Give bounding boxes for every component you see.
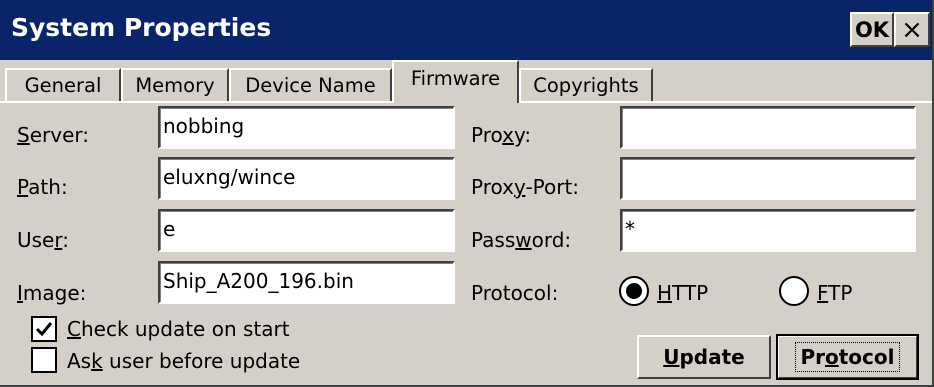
checkmark-icon xyxy=(35,322,53,337)
protocol-label: Protocol: xyxy=(471,281,559,305)
server-field[interactable]: nobbing xyxy=(158,106,455,149)
radio-selected-dot xyxy=(626,283,642,299)
update-button[interactable]: Update xyxy=(637,335,771,379)
system-properties-window: System Properties OK × General Memory De… xyxy=(0,0,934,387)
tab-label: Copyrights xyxy=(533,74,639,97)
proxy-field[interactable] xyxy=(620,106,916,149)
ok-button[interactable]: OK xyxy=(850,12,894,47)
tab-label: Device Name xyxy=(245,74,376,97)
password-field[interactable]: * xyxy=(620,209,916,252)
ftp-radio-label[interactable]: FTP xyxy=(817,281,852,305)
tab-memory[interactable]: Memory xyxy=(121,68,229,101)
ask-user-label[interactable]: Ask user before update xyxy=(67,349,300,373)
ask-user-checkbox[interactable] xyxy=(31,347,57,373)
tab-device-name[interactable]: Device Name xyxy=(229,68,392,101)
title-bar: System Properties OK × xyxy=(0,0,932,60)
tab-firmware[interactable]: Firmware xyxy=(392,60,519,103)
image-label: Image: xyxy=(17,281,87,305)
protocol-button[interactable]: Protocol xyxy=(776,334,919,380)
protocol-button-label: Protocol xyxy=(795,342,900,372)
check-update-checkbox[interactable] xyxy=(31,316,57,342)
path-field[interactable]: eluxng/wince xyxy=(158,157,455,200)
user-field[interactable]: e xyxy=(158,209,455,252)
check-update-label[interactable]: Check update on start xyxy=(67,317,290,341)
user-label: User: xyxy=(17,228,69,252)
password-label: Password: xyxy=(471,228,572,252)
proxy-port-label: Proxy-Port: xyxy=(471,175,580,199)
tab-label: General xyxy=(24,74,102,97)
tab-strip: General Memory Device Name Firmware Copy… xyxy=(0,60,932,103)
http-radio[interactable] xyxy=(619,276,649,306)
window-title: System Properties xyxy=(11,13,272,42)
http-radio-label[interactable]: HTTP xyxy=(657,281,708,305)
tab-copyrights[interactable]: Copyrights xyxy=(519,68,653,101)
server-label: Server: xyxy=(17,123,89,147)
proxy-port-field[interactable] xyxy=(620,157,916,200)
proxy-label: Proxy: xyxy=(471,123,532,147)
update-button-label: Update xyxy=(663,345,745,369)
image-field[interactable]: Ship_A200_196.bin xyxy=(158,261,455,304)
tab-label: Memory xyxy=(135,74,215,97)
close-button[interactable]: × xyxy=(894,12,930,47)
tab-general[interactable]: General xyxy=(5,68,121,101)
tab-label: Firmware xyxy=(410,67,501,90)
path-label: Path: xyxy=(17,175,68,199)
ftp-radio[interactable] xyxy=(779,276,809,306)
close-icon: × xyxy=(901,14,923,45)
